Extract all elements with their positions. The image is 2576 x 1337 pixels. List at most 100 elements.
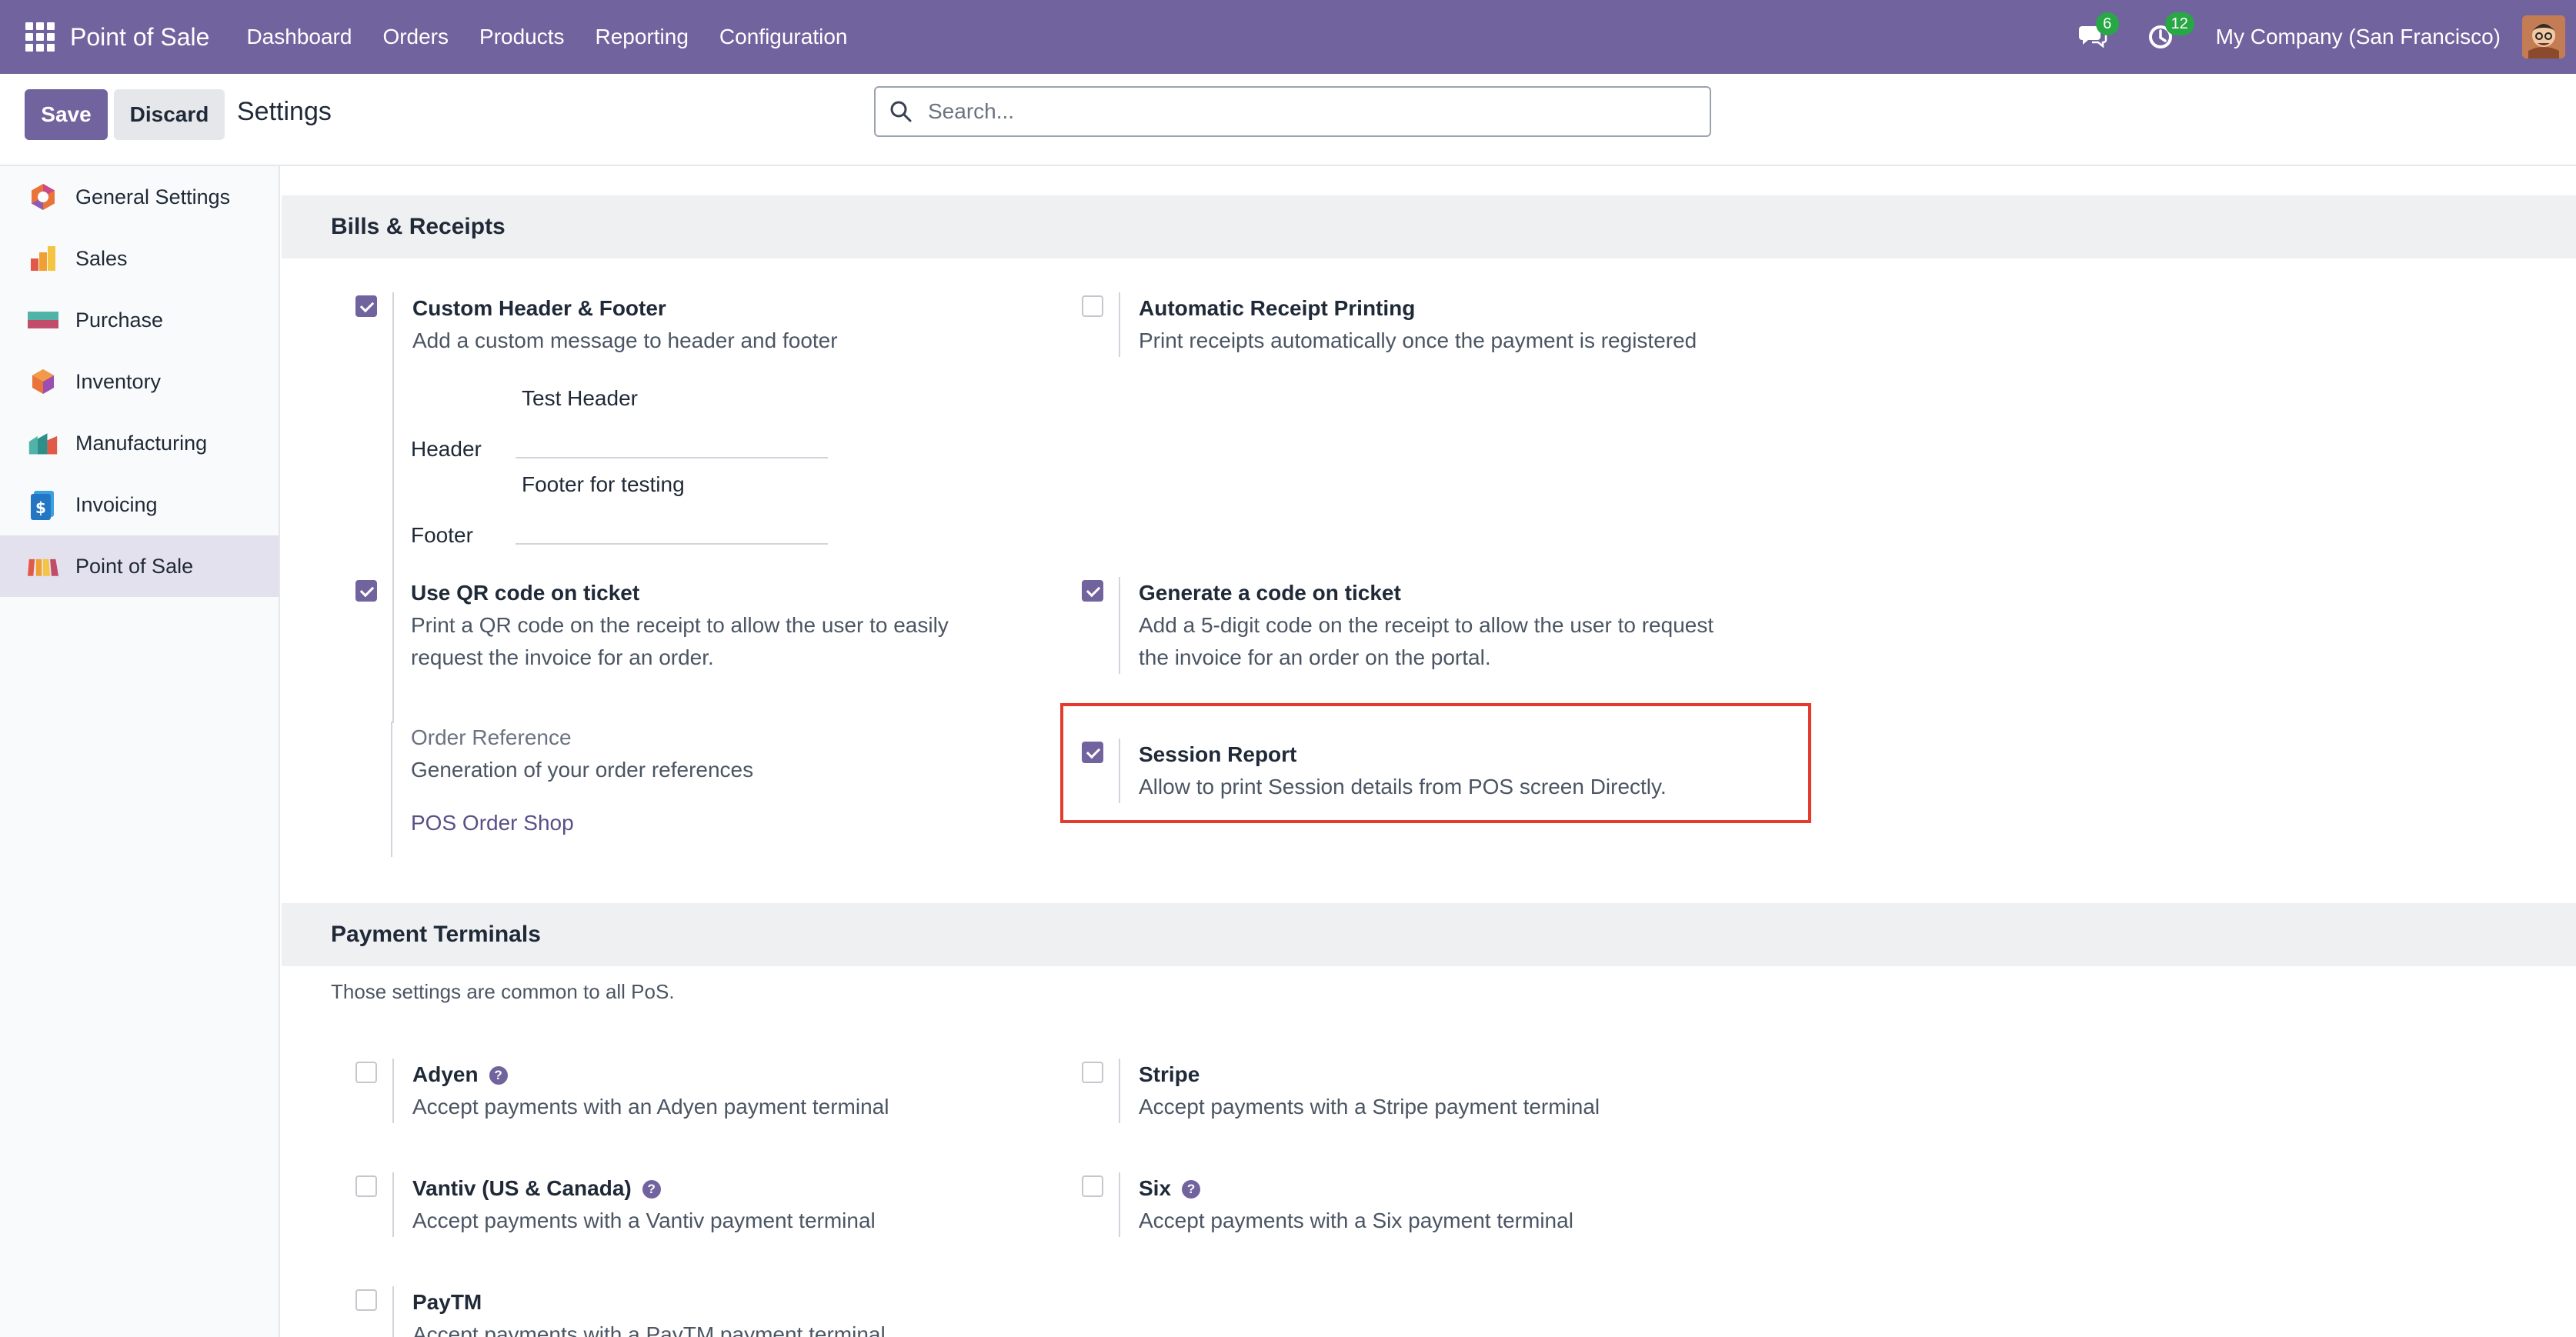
page-title: Settings (237, 97, 332, 126)
sidebar-item-purchase[interactable]: Purchase (0, 289, 279, 351)
setting-description: Print a QR code on the receipt to allow … (411, 613, 949, 637)
setting-description: Print receipts automatically once the pa… (1139, 328, 1697, 352)
sidebar-item-label: Sales (75, 246, 128, 270)
setting-title: Six? (1139, 1172, 1573, 1205)
sidebar-item-sales[interactable]: Sales (0, 228, 279, 289)
pos-order-shop-link[interactable]: POS Order Shop (411, 811, 753, 835)
stripe-checkbox[interactable] (1082, 1062, 1103, 1083)
footer-field-underline (516, 543, 828, 545)
app-title[interactable]: Point of Sale (70, 23, 209, 52)
sidebar-item-label: Invoicing (75, 492, 158, 516)
control-panel: Save Discard Settings (0, 74, 2576, 166)
sidebar-item-label: Inventory (75, 369, 162, 393)
setting-body: Adyen? Accept payments with an Adyen pay… (392, 1059, 889, 1123)
header-label: Header (411, 437, 482, 461)
menu-products[interactable]: Products (479, 25, 565, 49)
setting-description: Add a 5-digit code on the receipt to all… (1139, 613, 1714, 637)
qr-code-checkbox[interactable] (355, 580, 377, 602)
section-bills-receipts: Bills & Receipts (282, 195, 2576, 258)
setting-title: Automatic Receipt Printing (1139, 296, 1416, 320)
menu-configuration[interactable]: Configuration (719, 25, 848, 49)
avatar-face-icon (2522, 15, 2565, 58)
setting-title: Generate a code on ticket (1139, 581, 1401, 605)
settings-content: Bills & Receipts Custom Header & Footer … (282, 168, 2576, 1337)
search-bar[interactable] (874, 86, 1711, 137)
general-settings-icon (28, 182, 58, 212)
order-reference-description: Generation of your order references (411, 758, 754, 782)
purchase-icon (28, 305, 58, 335)
activities-button[interactable]: 12 (2147, 12, 2194, 54)
adyen-checkbox[interactable] (355, 1062, 377, 1083)
sidebar-item-general-settings[interactable]: General Settings (0, 166, 279, 228)
session-report-highlight-box (1060, 703, 1811, 823)
setting-description: request the invoice for an order. (411, 645, 714, 669)
app-grid-icon[interactable] (25, 22, 55, 52)
setting-title: Stripe (1139, 1062, 1200, 1086)
sidebar-item-manufacturing[interactable]: Manufacturing (0, 412, 279, 474)
order-reference-title: Order Reference (411, 725, 572, 749)
sidebar-item-label: General Settings (75, 185, 231, 208)
six-checkbox[interactable] (1082, 1175, 1103, 1197)
setting-title: Vantiv (US & Canada)? (412, 1172, 876, 1205)
search-input[interactable] (928, 99, 1682, 124)
menu-orders[interactable]: Orders (382, 25, 449, 49)
setting-description: the invoice for an order on the portal. (1139, 645, 1491, 669)
section-payment-terminals: Payment Terminals (282, 903, 2576, 966)
setting-body: Generate a code on ticket Add a 5-digit … (1119, 577, 1713, 674)
messages-button[interactable]: 6 (2077, 12, 2119, 54)
footer-value[interactable]: Footer for testing (522, 472, 685, 497)
paytm-checkbox[interactable] (355, 1289, 377, 1311)
setting-description: Accept payments with a Stripe payment te… (1139, 1095, 1600, 1119)
setting-title: PayTM (412, 1290, 482, 1314)
manufacturing-icon (28, 428, 58, 458)
setting-description: Accept payments with a Six payment termi… (1139, 1209, 1573, 1232)
setting-body: Six? Accept payments with a Six payment … (1119, 1172, 1573, 1237)
top-navbar: Point of Sale Dashboard Orders Products … (0, 0, 2576, 74)
header-value[interactable]: Test Header (522, 386, 638, 411)
activities-badge: 12 (2164, 12, 2194, 35)
setting-body: PayTM Accept payments with a PayTM payme… (392, 1286, 886, 1337)
footer-label: Footer (411, 523, 473, 547)
help-icon[interactable]: ? (642, 1180, 661, 1199)
settings-sidebar: General Settings Sales Purchase Inventor… (0, 166, 280, 1337)
inventory-icon (28, 366, 58, 397)
header-field-underline (516, 457, 828, 458)
navbar-right: 6 12 My Company (San Francisco) (2077, 0, 2576, 74)
sidebar-item-label: Point of Sale (75, 554, 194, 578)
messages-badge: 6 (2095, 12, 2119, 35)
help-icon[interactable]: ? (1182, 1180, 1201, 1199)
setting-order-reference: Order Reference Generation of your order… (391, 722, 753, 857)
setting-title: Custom Header & Footer (412, 296, 666, 320)
generate-code-checkbox[interactable] (1082, 580, 1103, 602)
setting-description: Add a custom message to header and foote… (412, 328, 838, 352)
setting-title: Use QR code on ticket (411, 581, 640, 605)
sidebar-item-label: Purchase (75, 308, 164, 332)
sidebar-item-label: Manufacturing (75, 431, 208, 455)
svg-text:$: $ (35, 498, 46, 517)
setting-body: Automatic Receipt Printing Print receipt… (1119, 292, 1697, 357)
invoicing-icon: $ (28, 489, 58, 520)
point-of-sale-icon (28, 551, 58, 582)
menu-reporting[interactable]: Reporting (596, 25, 689, 49)
setting-description: Accept payments with an Adyen payment te… (412, 1095, 889, 1119)
company-switcher[interactable]: My Company (San Francisco) (2216, 25, 2501, 49)
save-button[interactable]: Save (25, 89, 108, 140)
setting-body: Use QR code on ticket Print a QR code on… (392, 577, 949, 674)
setting-title: Adyen? (412, 1059, 889, 1091)
payment-terminals-note: Those settings are common to all PoS. (331, 980, 675, 1003)
discard-button[interactable]: Discard (114, 89, 225, 140)
search-icon (890, 101, 912, 122)
vantiv-checkbox[interactable] (355, 1175, 377, 1197)
menu-dashboard[interactable]: Dashboard (246, 25, 352, 49)
sales-icon (28, 243, 58, 274)
setting-body: Stripe Accept payments with a Stripe pay… (1119, 1059, 1600, 1123)
automatic-receipt-printing-checkbox[interactable] (1082, 295, 1103, 317)
help-icon[interactable]: ? (489, 1066, 508, 1085)
user-avatar[interactable] (2522, 15, 2565, 58)
setting-description: Accept payments with a Vantiv payment te… (412, 1209, 876, 1232)
sidebar-item-point-of-sale[interactable]: Point of Sale (0, 535, 279, 597)
custom-header-footer-checkbox[interactable] (355, 295, 377, 317)
sidebar-item-invoicing[interactable]: $ Invoicing (0, 474, 279, 535)
sidebar-item-inventory[interactable]: Inventory (0, 351, 279, 412)
setting-body: Vantiv (US & Canada)? Accept payments wi… (392, 1172, 876, 1237)
